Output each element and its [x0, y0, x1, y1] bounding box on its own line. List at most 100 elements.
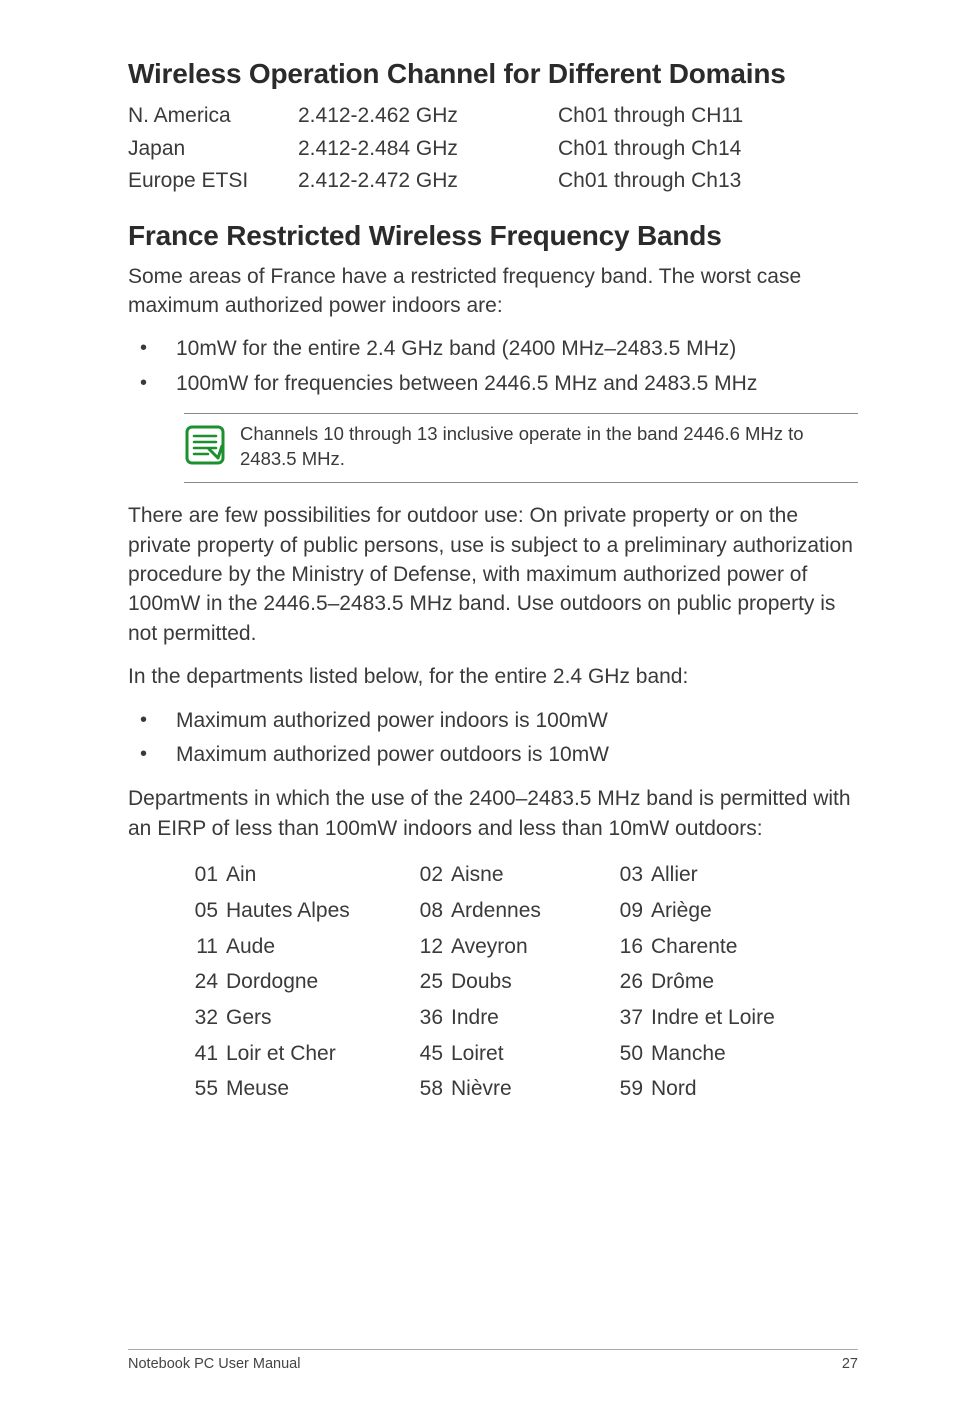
dept-name: Drôme: [651, 964, 714, 1000]
table-row: 01 Ain 02Aisne 03Allier: [184, 857, 858, 893]
dept-name: Nord: [651, 1071, 697, 1107]
dept-cell: 59Nord: [609, 1071, 858, 1107]
note-callout: Channels 10 through 13 inclusive operate…: [184, 413, 858, 483]
dept-num: 32: [184, 1000, 218, 1036]
dept-name: Hautes Alpes: [226, 893, 350, 929]
dept-name: Charente: [651, 929, 737, 965]
page-footer: Notebook PC User Manual 27: [128, 1349, 858, 1372]
dept-cell: 32Gers: [184, 1000, 409, 1036]
dept-num: 01: [184, 857, 218, 893]
dept-cell: 03Allier: [609, 857, 858, 893]
dept-num: 26: [609, 964, 643, 1000]
paragraph: Some areas of France have a restricted f…: [128, 262, 858, 321]
dept-cell: 16Charente: [609, 929, 858, 965]
dept-cell: 58Nièvre: [409, 1071, 609, 1107]
dept-num: 08: [409, 893, 443, 929]
table-row: Europe ETSI 2.412-2.472 GHz Ch01 through…: [128, 165, 858, 198]
paragraph: There are few possibilities for outdoor …: [128, 501, 858, 648]
list-item: 100mW for frequencies between 2446.5 MHz…: [128, 369, 858, 399]
table-row: 41Loir et Cher 45Loiret 50Manche: [184, 1036, 858, 1072]
dept-num: 59: [609, 1071, 643, 1107]
table-row: N. America 2.412-2.462 GHz Ch01 through …: [128, 100, 858, 133]
dept-num: 36: [409, 1000, 443, 1036]
dept-name: Manche: [651, 1036, 726, 1072]
dept-cell: 55Meuse: [184, 1071, 409, 1107]
heading-wireless-channels: Wireless Operation Channel for Different…: [128, 58, 858, 90]
dept-cell: 02Aisne: [409, 857, 609, 893]
dept-num: 55: [184, 1071, 218, 1107]
cell-region: Europe ETSI: [128, 165, 298, 198]
table-row: 05Hautes Alpes 08Ardennes 09Ariège: [184, 893, 858, 929]
dept-cell: 12Aveyron: [409, 929, 609, 965]
dept-name: Ariège: [651, 893, 712, 929]
dept-cell: 25Doubs: [409, 964, 609, 1000]
dept-cell: 01 Ain: [184, 857, 409, 893]
dept-name: Gers: [226, 1000, 272, 1036]
dept-cell: 50Manche: [609, 1036, 858, 1072]
dept-name: Indre et Loire: [651, 1000, 775, 1036]
cell-channels: Ch01 through Ch14: [558, 133, 858, 166]
bullet-list: Maximum authorized power indoors is 100m…: [128, 706, 858, 771]
list-item: Maximum authorized power outdoors is 10m…: [128, 740, 858, 770]
dept-num: 50: [609, 1036, 643, 1072]
dept-cell: 08Ardennes: [409, 893, 609, 929]
cell-channels: Ch01 through CH11: [558, 100, 858, 133]
list-item: Maximum authorized power indoors is 100m…: [128, 706, 858, 736]
channel-table: N. America 2.412-2.462 GHz Ch01 through …: [128, 100, 858, 198]
dept-name: Meuse: [226, 1071, 289, 1107]
list-item: 10mW for the entire 2.4 GHz band (2400 M…: [128, 334, 858, 364]
table-row: 32Gers 36Indre 37Indre et Loire: [184, 1000, 858, 1036]
dept-name: Ain: [226, 857, 256, 893]
table-row: 55Meuse 58Nièvre 59Nord: [184, 1071, 858, 1107]
dept-cell: 36Indre: [409, 1000, 609, 1036]
cell-frequency: 2.412-2.484 GHz: [298, 133, 558, 166]
dept-cell: 24Dordogne: [184, 964, 409, 1000]
dept-cell: 45Loiret: [409, 1036, 609, 1072]
departments-table: 01 Ain 02Aisne 03Allier 05Hautes Alpes 08…: [184, 857, 858, 1107]
table-row: 11Aude 12Aveyron 16Charente: [184, 929, 858, 965]
dept-num: 05: [184, 893, 218, 929]
table-row: Japan 2.412-2.484 GHz Ch01 through Ch14: [128, 133, 858, 166]
dept-name: Indre: [451, 1000, 499, 1036]
page-number: 27: [842, 1356, 858, 1372]
dept-num: 58: [409, 1071, 443, 1107]
bullet-list: 10mW for the entire 2.4 GHz band (2400 M…: [128, 334, 858, 399]
dept-num: 16: [609, 929, 643, 965]
dept-num: 37: [609, 1000, 643, 1036]
dept-num: 25: [409, 964, 443, 1000]
cell-region: N. America: [128, 100, 298, 133]
dept-cell: 05Hautes Alpes: [184, 893, 409, 929]
cell-region: Japan: [128, 133, 298, 166]
dept-name: Loir et Cher: [226, 1036, 336, 1072]
dept-cell: 37Indre et Loire: [609, 1000, 858, 1036]
cell-frequency: 2.412-2.462 GHz: [298, 100, 558, 133]
dept-cell: 09Ariège: [609, 893, 858, 929]
dept-cell: 11Aude: [184, 929, 409, 965]
dept-name: Ardennes: [451, 893, 541, 929]
dept-name: Aisne: [451, 857, 504, 893]
note-text: Channels 10 through 13 inclusive operate…: [240, 420, 858, 472]
dept-name: Aude: [226, 929, 275, 965]
dept-num: 45: [409, 1036, 443, 1072]
table-row: 24Dordogne 25Doubs 26Drôme: [184, 964, 858, 1000]
dept-name: Nièvre: [451, 1071, 512, 1107]
dept-num: 03: [609, 857, 643, 893]
dept-num: 12: [409, 929, 443, 965]
cell-frequency: 2.412-2.472 GHz: [298, 165, 558, 198]
dept-cell: 26Drôme: [609, 964, 858, 1000]
dept-num: 02: [409, 857, 443, 893]
dept-num: 24: [184, 964, 218, 1000]
dept-name: Aveyron: [451, 929, 528, 965]
dept-num: 11: [184, 929, 218, 965]
heading-france-bands: France Restricted Wireless Frequency Ban…: [128, 220, 858, 252]
dept-num: 41: [184, 1036, 218, 1072]
paragraph: In the departments listed below, for the…: [128, 662, 858, 691]
dept-name: Loiret: [451, 1036, 504, 1072]
footer-title: Notebook PC User Manual: [128, 1356, 300, 1372]
dept-name: Doubs: [451, 964, 512, 1000]
dept-num: 09: [609, 893, 643, 929]
dept-name: Dordogne: [226, 964, 318, 1000]
note-icon: [184, 420, 240, 471]
paragraph: Departments in which the use of the 2400…: [128, 784, 858, 843]
dept-cell: 41Loir et Cher: [184, 1036, 409, 1072]
